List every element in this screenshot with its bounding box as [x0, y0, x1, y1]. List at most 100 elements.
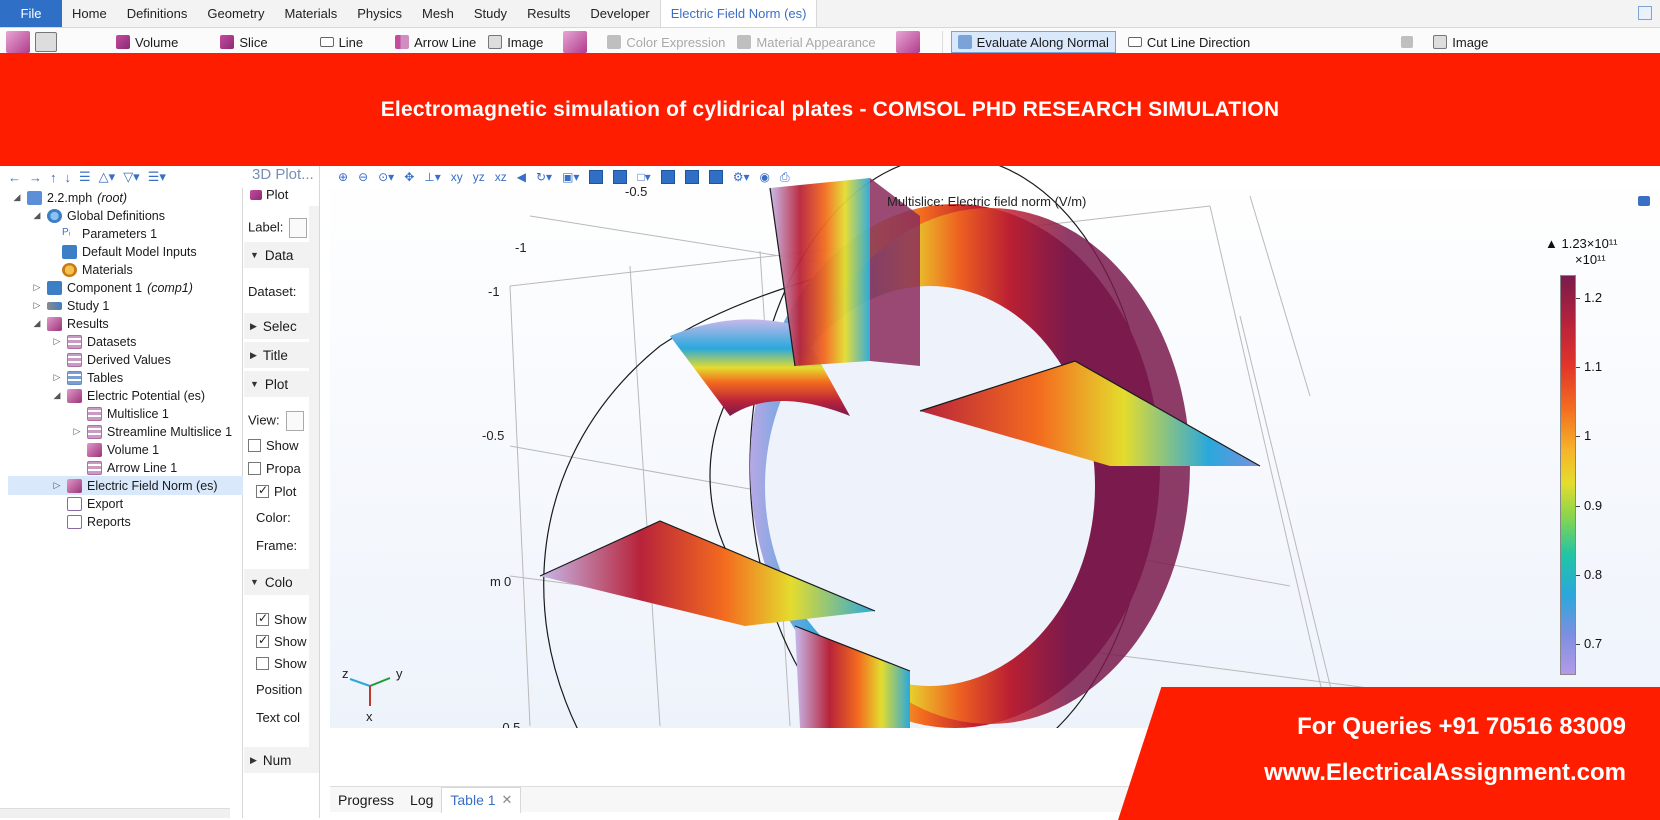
tree-node-root[interactable]: ◢ 2.2.mph (root) [12, 188, 127, 207]
cut-line-direction-button[interactable]: Cut Line Direction [1122, 31, 1256, 53]
line-label: Line [338, 34, 364, 50]
color-expression-button[interactable]: Color Expression [601, 31, 731, 53]
collapse-icon[interactable]: ◢ [32, 210, 42, 221]
tree-horizontal-scrollbar[interactable] [0, 808, 230, 818]
expand-icon[interactable]: ▷ [32, 300, 42, 311]
propagate-checkbox-row[interactable]: Propa [248, 461, 301, 476]
tree-node-multislice[interactable]: Multislice 1 [87, 404, 169, 423]
tree-node-electric-field-norm[interactable]: ▷ Electric Field Norm (es) [8, 476, 243, 495]
show-units-row[interactable]: Show [256, 656, 307, 671]
tab-study[interactable]: Study [464, 0, 517, 27]
expand-icon[interactable]: ▷ [52, 372, 62, 383]
tree-node-tables[interactable]: ▷ Tables [52, 368, 123, 387]
material-appearance-icon [737, 35, 752, 49]
arrow-line-button[interactable]: Arrow Line [389, 31, 482, 53]
tree-node-component[interactable]: ▷ Component 1 (comp1) [32, 278, 193, 297]
show-legends-row[interactable]: Show [256, 611, 307, 627]
more-plots-icon[interactable] [563, 31, 588, 53]
expand-icon[interactable]: ▷ [32, 282, 42, 293]
tree-node-electric-potential[interactable]: ◢ Electric Potential (es) [52, 386, 205, 405]
component-icon [47, 280, 62, 295]
show-icon[interactable]: ☰ [79, 169, 91, 185]
show-max-min-row[interactable]: Show [256, 633, 307, 649]
show-max-min-checkbox[interactable] [256, 633, 269, 648]
tab-log[interactable]: Log [402, 787, 441, 813]
title-banner: Electromagnetic simulation of cylidrical… [0, 53, 1660, 166]
expand-icon[interactable]: ▷ [52, 336, 62, 347]
model-tree-toolbar: ← → ↑ ↓ ☰ △▾ ▽▾ ☰▾ [0, 166, 243, 188]
image-button[interactable]: Image [482, 31, 549, 53]
tab-electric-field-norm[interactable]: Electric Field Norm (es) [659, 0, 818, 27]
move-down-icon[interactable]: ↓ [65, 170, 72, 185]
plot-button[interactable]: Plot [250, 187, 288, 202]
expand-all-icon[interactable]: △▾ [99, 169, 116, 185]
colorbar-max-label: ▲ 1.23×10¹¹ [1545, 236, 1618, 251]
show-units-checkbox[interactable] [256, 657, 269, 670]
tree-node-global-definitions[interactable]: ◢ Global Definitions [32, 206, 165, 225]
volume-button[interactable]: Volume [110, 31, 184, 53]
derived-values-icon [67, 352, 82, 367]
graphics-maximize-icon[interactable] [1638, 196, 1650, 206]
collapse-icon[interactable]: ◢ [12, 192, 22, 203]
file-tab[interactable]: File [0, 0, 62, 27]
tree-node-results[interactable]: ◢ Results [32, 314, 109, 333]
slice-button[interactable]: Slice [214, 31, 273, 53]
image-export-button[interactable]: Image [1427, 31, 1494, 53]
forward-arrow-icon[interactable]: → [29, 170, 42, 185]
tree-node-derived-values[interactable]: Derived Values [67, 350, 171, 369]
line-button[interactable]: Line [314, 31, 370, 53]
reports-label: Reports [87, 514, 131, 529]
list-view-icon[interactable]: ☰▾ [148, 169, 166, 185]
streamline-icon [87, 424, 102, 439]
tree-node-reports[interactable]: Reports [67, 512, 131, 531]
show-checkbox[interactable] [248, 439, 261, 452]
tab-geometry[interactable]: Geometry [197, 0, 274, 27]
view-select[interactable] [285, 411, 304, 431]
plot-icon[interactable] [6, 31, 30, 53]
color-row: Color: [256, 510, 291, 525]
tab-table-1[interactable]: Table 1 ✕ [441, 786, 522, 813]
tab-home[interactable]: Home [62, 0, 117, 27]
tab-physics[interactable]: Physics [347, 0, 412, 27]
export-label: Export [87, 496, 124, 511]
attributes-icon[interactable] [895, 31, 920, 53]
tab-results[interactable]: Results [517, 0, 580, 27]
tab-developer[interactable]: Developer [580, 0, 659, 27]
clear-icon[interactable] [1401, 36, 1414, 48]
move-up-icon[interactable]: ↑ [50, 170, 57, 185]
tab-mesh[interactable]: Mesh [412, 0, 464, 27]
show-legends-checkbox[interactable] [256, 611, 269, 626]
tree-node-export[interactable]: Export [67, 494, 123, 513]
collapse-icon[interactable]: ◢ [52, 390, 62, 401]
tree-node-default-model-inputs[interactable]: Default Model Inputs [62, 242, 197, 261]
settings-scrollbar[interactable] [309, 206, 319, 766]
tree-node-materials[interactable]: Materials [62, 260, 133, 279]
propagate-checkbox[interactable] [248, 462, 261, 475]
back-arrow-icon[interactable]: ← [8, 170, 21, 185]
tree-node-parameters[interactable]: Pᵢ Parameters 1 [62, 224, 157, 243]
collapse-icon[interactable]: ◢ [32, 318, 42, 329]
material-appearance-button[interactable]: Material Appearance [731, 31, 881, 53]
show-max-min-label: Show [274, 634, 307, 649]
restore-window-icon[interactable] [1638, 6, 1652, 20]
tree-node-volume[interactable]: Volume 1 [87, 440, 159, 459]
tree-node-streamline-multislice[interactable]: ▷ Streamline Multislice 1 [72, 422, 232, 441]
tree-node-study[interactable]: ▷ Study 1 [32, 296, 110, 315]
tab-materials[interactable]: Materials [274, 0, 347, 27]
window-icon[interactable] [35, 32, 57, 52]
plot-data-checkbox-row[interactable]: Plot [256, 483, 296, 499]
label-input[interactable] [289, 218, 308, 238]
tab-progress[interactable]: Progress [330, 787, 402, 813]
tree-node-datasets[interactable]: ▷ Datasets [52, 332, 136, 351]
show-checkbox-row[interactable]: Show [248, 438, 299, 453]
expand-icon[interactable]: ▷ [52, 480, 62, 491]
tab-definitions[interactable]: Definitions [117, 0, 198, 27]
collapse-all-icon[interactable]: ▽▾ [123, 169, 140, 185]
close-icon[interactable]: ✕ [502, 792, 513, 808]
expand-icon[interactable]: ▷ [72, 426, 82, 437]
cut-line-direction-label: Cut Line Direction [1146, 34, 1251, 50]
evaluate-along-normal-button[interactable]: Evaluate Along Normal [950, 31, 1116, 53]
tree-node-arrow-line[interactable]: Arrow Line 1 [87, 458, 177, 477]
plot-data-checkbox[interactable] [256, 483, 269, 498]
graphics-window[interactable]: ⊕ ⊖ ⊙▾ ✥ ⊥▾ xy yz xz ◀ ↻▾ ▣▾ □▾ ⚙▾ ◉ ⎙ M… [330, 166, 1660, 728]
